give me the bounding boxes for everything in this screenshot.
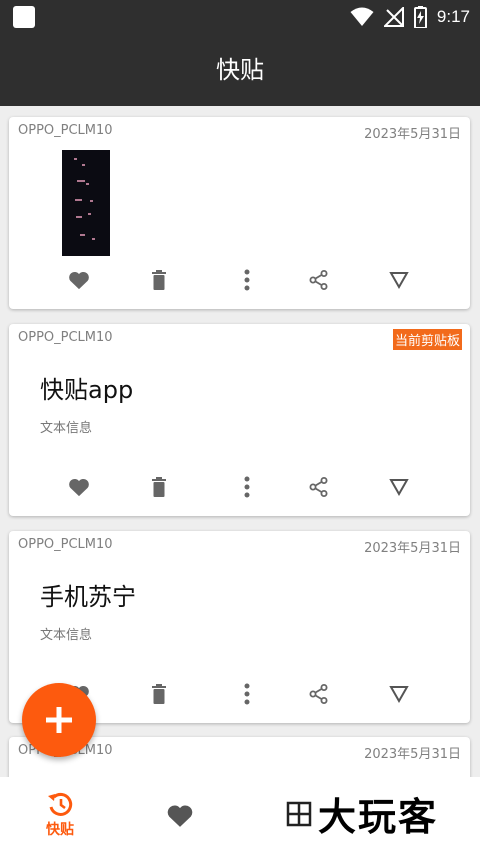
app-bar: 快贴 [0,34,480,106]
card-date: 2023年5月31日 [364,747,461,762]
clip-image-thumbnail[interactable] [62,150,110,256]
triangle-down-icon [389,686,409,703]
trash-icon [152,477,166,497]
expand-button[interactable] [384,679,414,709]
more-options-button[interactable] [232,472,262,502]
card-device: OPPO_PCLM10 [18,537,113,552]
expand-button[interactable] [384,472,414,502]
more-vert-icon [244,269,250,291]
card-date: 2023年5月31日 [364,541,461,556]
trash-icon [152,270,166,290]
trash-icon [152,684,166,704]
status-time: 9:17 [436,7,470,26]
clip-text[interactable]: 快贴app [40,370,133,405]
share-icon [309,270,328,290]
triangle-down-icon [389,479,409,496]
clip-type-label: 文本信息 [40,421,93,436]
delete-button[interactable] [144,472,174,502]
nav-item-favorites[interactable] [150,777,210,853]
share-icon [309,477,328,497]
clip-text[interactable]: 手机苏宁 [40,577,136,612]
card-date: 2023年5月31日 [364,127,461,142]
share-button[interactable] [304,472,334,502]
no-signal-icon [383,7,404,27]
nav-item-kuaitie[interactable]: 快贴 [30,777,90,853]
clip-card[interactable]: OPPO_PCLM10 2023年5月31日 [9,117,470,309]
watermark-text: 大玩客 [318,794,439,839]
delete-button[interactable] [144,265,174,295]
heart-icon [167,804,193,827]
triangle-down-icon [389,272,409,289]
heart-icon [69,271,89,290]
card-device: OPPO_PCLM10 [18,123,113,138]
favorite-button[interactable] [64,472,94,502]
watermark: 大玩客 [286,786,438,841]
history-icon [48,792,73,816]
more-vert-icon [244,476,250,498]
more-options-button[interactable] [232,679,262,709]
plus-icon [46,707,72,733]
more-vert-icon [244,683,250,705]
add-clip-button[interactable] [22,683,96,757]
share-button[interactable] [304,265,334,295]
battery-charging-icon [413,6,427,28]
share-button[interactable] [304,679,334,709]
current-clipboard-badge: 当前剪贴板 [392,329,462,350]
grid-icon [286,801,312,826]
nav-item-label: 快贴 [46,822,74,838]
expand-button[interactable] [384,265,414,295]
share-icon [309,684,328,704]
notification-icon [13,6,35,28]
favorite-button[interactable] [64,265,94,295]
more-options-button[interactable] [232,265,262,295]
heart-icon [69,478,89,497]
wifi-icon [350,7,374,26]
clip-type-label: 文本信息 [40,628,93,643]
page-title: 快贴 [216,56,264,84]
clip-card[interactable]: OPPO_PCLM10 当前剪贴板 快贴app 文本信息 [9,324,470,516]
status-bar: 9:17 [0,0,480,34]
delete-button[interactable] [144,679,174,709]
card-device: OPPO_PCLM10 [18,330,113,345]
